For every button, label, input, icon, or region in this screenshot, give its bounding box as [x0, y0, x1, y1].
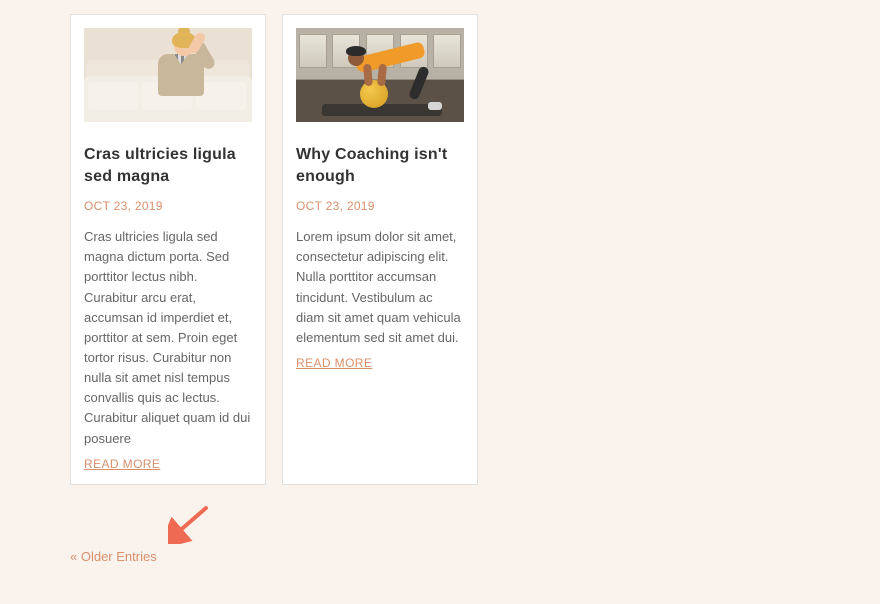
post-date: OCT 23, 2019: [296, 199, 464, 213]
post-excerpt: Cras ultricies ligula sed magna dictum p…: [84, 227, 252, 449]
post-card: Cras ultricies ligula sed magna OCT 23, …: [70, 14, 266, 485]
read-more-link[interactable]: READ MORE: [84, 457, 252, 471]
older-entries-link[interactable]: « Older Entries: [70, 549, 810, 564]
post-card: Why Coaching isn't enough OCT 23, 2019 L…: [282, 14, 478, 485]
blog-grid-container: Cras ultricies ligula sed magna OCT 23, …: [0, 0, 880, 604]
post-thumbnail[interactable]: [296, 28, 464, 122]
post-title[interactable]: Cras ultricies ligula sed magna: [84, 144, 252, 187]
post-title[interactable]: Why Coaching isn't enough: [296, 144, 464, 187]
posts-grid: Cras ultricies ligula sed magna OCT 23, …: [70, 14, 810, 485]
post-date: OCT 23, 2019: [84, 199, 252, 213]
post-excerpt: Lorem ipsum dolor sit amet, consectetur …: [296, 227, 464, 348]
post-thumbnail[interactable]: [84, 28, 252, 122]
read-more-link[interactable]: READ MORE: [296, 356, 464, 370]
